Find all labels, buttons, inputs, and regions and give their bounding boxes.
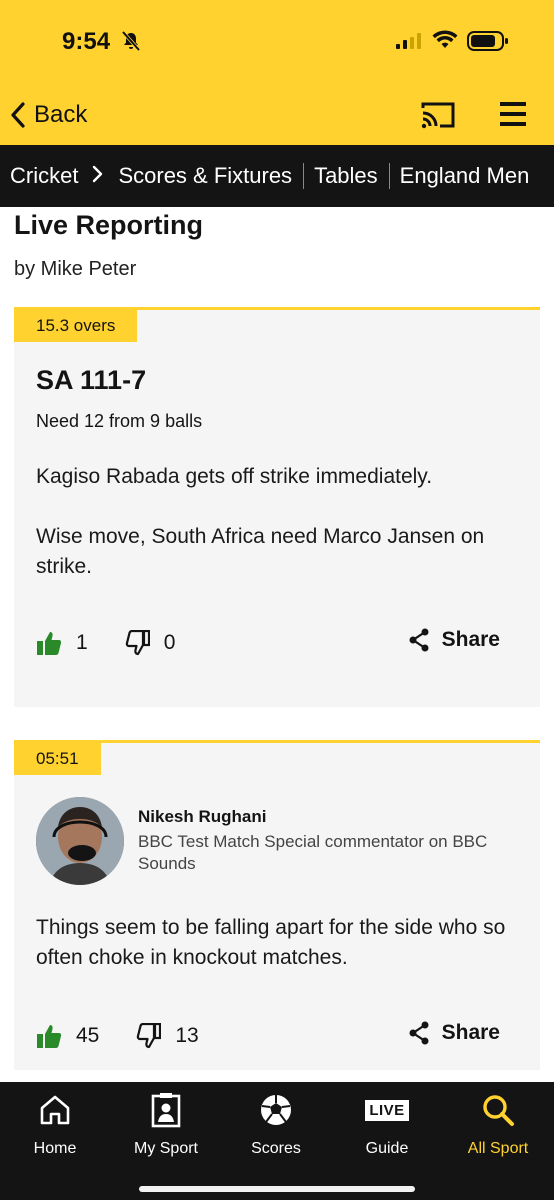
signal-icon xyxy=(396,33,422,54)
search-icon xyxy=(448,1090,548,1130)
bottom-tab-bar: Home My Sport Scores LIVE Guide All Spor… xyxy=(0,1082,554,1200)
live-post: 05:51 Nikesh Rughani BBC Test Match Spec… xyxy=(14,740,540,1070)
page-title: Live Reporting xyxy=(14,210,204,240)
like-button[interactable]: 1 xyxy=(36,630,88,656)
thumbs-up-icon xyxy=(37,1025,62,1048)
match-score: SA 111-7 xyxy=(36,365,147,395)
cast-icon[interactable] xyxy=(420,100,456,135)
share-label: Share xyxy=(441,1021,500,1044)
share-button[interactable]: Share xyxy=(408,628,500,652)
back-button[interactable]: Back xyxy=(10,95,87,135)
match-requirement: Need 12 from 9 balls xyxy=(36,411,203,431)
share-label: Share xyxy=(441,628,500,651)
breadcrumb-england-men[interactable]: England Men xyxy=(390,163,530,189)
share-icon xyxy=(409,628,429,652)
dislike-count: 13 xyxy=(175,1024,199,1047)
thumbs-down-icon xyxy=(137,1023,162,1049)
back-label: Back xyxy=(34,101,88,128)
wifi-icon xyxy=(432,30,458,55)
live-icon: LIVE xyxy=(337,1090,437,1130)
home-indicator[interactable] xyxy=(139,1186,415,1192)
tab-label: My Sport xyxy=(133,1140,198,1157)
chevron-right-icon xyxy=(92,163,104,189)
like-count: 45 xyxy=(76,1024,100,1047)
dislike-count: 0 xyxy=(163,631,176,654)
home-icon xyxy=(5,1090,105,1130)
byline: by Mike Peter xyxy=(14,258,137,280)
breadcrumb-scores-fixtures[interactable]: Scores & Fixtures xyxy=(104,163,292,189)
tab-label: Home xyxy=(33,1140,77,1157)
thumbs-up-icon xyxy=(37,632,62,655)
post-paragraph: Things seem to be falling apart for the … xyxy=(36,916,506,969)
battery-icon xyxy=(467,30,509,57)
avatar xyxy=(36,797,124,885)
post-paragraph: Wise move, South Africa need Marco Janse… xyxy=(36,525,485,578)
tab-home[interactable]: Home xyxy=(5,1090,105,1158)
author-role: BBC Test Match Special commentator on BB… xyxy=(138,832,488,873)
share-icon xyxy=(409,1021,429,1045)
live-post: 15.3 overs SA 111-7 Need 12 from 9 balls… xyxy=(14,307,540,707)
football-icon xyxy=(226,1090,326,1130)
silent-bell-icon xyxy=(120,30,142,57)
live-badge: LIVE xyxy=(365,1099,409,1121)
tab-label: Scores xyxy=(251,1140,301,1157)
hamburger-menu-icon[interactable] xyxy=(498,100,528,133)
status-bar: 9:54 xyxy=(0,0,554,80)
profile-card-icon xyxy=(116,1090,216,1130)
dislike-button[interactable]: 13 xyxy=(135,1023,199,1049)
like-count: 1 xyxy=(76,631,88,654)
breadcrumb-tables[interactable]: Tables xyxy=(304,163,378,189)
reaction-bar: 45 13 Share xyxy=(36,1021,516,1051)
share-button[interactable]: Share xyxy=(408,1021,500,1045)
post-timestamp: 15.3 overs xyxy=(14,310,138,342)
tab-guide[interactable]: LIVE Guide xyxy=(337,1090,437,1158)
breadcrumb-cricket[interactable]: Cricket xyxy=(0,163,78,189)
navigation-bar: Back xyxy=(0,85,554,145)
post-timestamp: 05:51 xyxy=(14,743,101,775)
chevron-left-icon xyxy=(11,102,25,128)
tab-label: All Sport xyxy=(467,1140,529,1157)
like-button[interactable]: 45 xyxy=(36,1023,99,1049)
tab-my-sport[interactable]: My Sport xyxy=(116,1090,216,1158)
dislike-button[interactable]: 0 xyxy=(124,630,176,656)
status-time: 9:54 xyxy=(62,28,111,55)
tab-scores[interactable]: Scores xyxy=(226,1090,326,1158)
reaction-bar: 1 0 Share xyxy=(36,628,516,658)
thumbs-down-icon xyxy=(125,630,150,656)
post-paragraph: Kagiso Rabada gets off strike immediatel… xyxy=(36,465,433,488)
app-header: 9:54 Back xyxy=(0,0,554,145)
breadcrumb: Cricket Scores & Fixtures Tables England… xyxy=(0,145,554,207)
tab-all-sport[interactable]: All Sport xyxy=(448,1090,548,1158)
tab-label: Guide xyxy=(365,1140,409,1157)
author-name: Nikesh Rughani xyxy=(138,807,267,826)
